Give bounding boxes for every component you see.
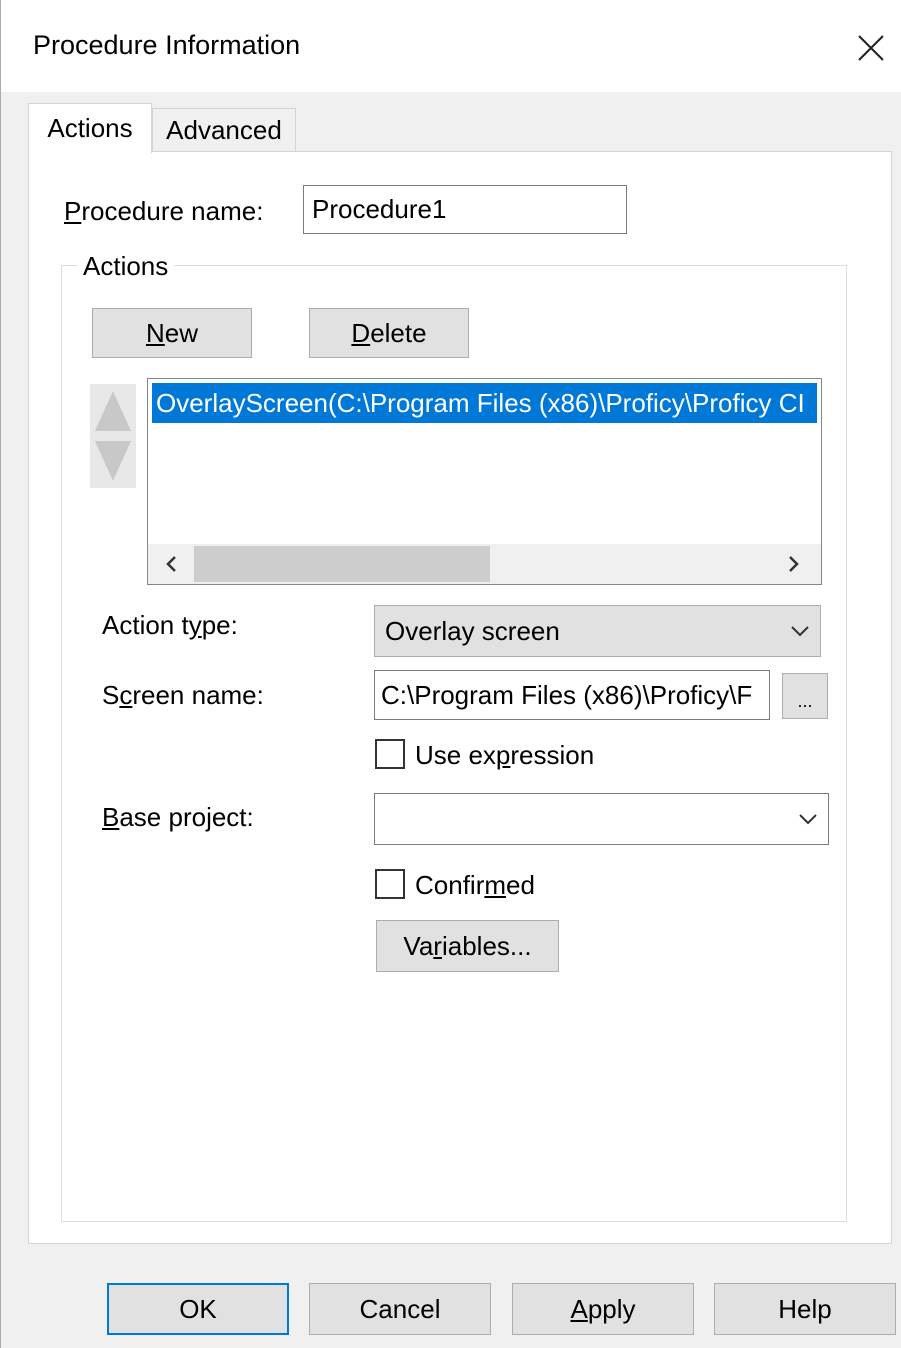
delete-button[interactable]: Delete [309, 308, 469, 358]
help-button-label: Help [778, 1293, 832, 1324]
scrollbar-thumb[interactable] [194, 546, 490, 582]
procedure-name-value: Procedure1 [312, 194, 447, 224]
delete-button-label: Delete [351, 317, 427, 348]
help-button[interactable]: Help [714, 1283, 896, 1335]
tab-advanced-label: Advanced [166, 115, 282, 145]
variables-button-label: Variables... [403, 930, 532, 961]
move-up-button[interactable] [90, 384, 136, 436]
screen-name-value: C:\Program Files (x86)\Proficy\F [381, 679, 753, 710]
ok-button-label: OK [179, 1293, 217, 1324]
apply-button-label: Apply [570, 1293, 636, 1324]
variables-button[interactable]: Variables... [376, 920, 559, 972]
action-type-dropdown[interactable]: Overlay screen [374, 605, 821, 657]
chevron-down-icon [799, 814, 817, 825]
screen-name-input[interactable]: C:\Program Files (x86)\Proficy\F [374, 670, 770, 720]
browse-button-label: ... [797, 691, 813, 711]
procedure-name-input[interactable]: Procedure1 [303, 185, 627, 234]
list-item[interactable]: OverlayScreen(C:\Program Files (x86)\Pro… [152, 383, 817, 423]
apply-button[interactable]: Apply [512, 1283, 694, 1335]
use-expression-checkbox[interactable] [375, 739, 405, 769]
chevron-right-icon [789, 556, 799, 572]
screen-name-label: Screen name: [102, 680, 264, 710]
actions-group-caption: Actions [77, 251, 175, 282]
tab-actions[interactable]: Actions [28, 103, 152, 153]
base-project-label: Base project: [102, 802, 254, 832]
scroll-left-button[interactable] [152, 544, 192, 584]
close-icon [858, 35, 884, 61]
action-type-label: Action type: [102, 610, 238, 640]
scroll-right-button[interactable] [773, 544, 813, 584]
triangle-down-icon [95, 441, 131, 481]
ok-button[interactable]: OK [107, 1283, 289, 1335]
procedure-information-dialog: Procedure Information Actions Advanced P… [0, 0, 901, 1348]
chevron-down-icon [791, 626, 809, 637]
new-button[interactable]: New [92, 308, 252, 358]
use-expression-label[interactable]: Use expression [415, 740, 594, 771]
base-project-dropdown[interactable] [374, 793, 829, 845]
procedure-name-label: Procedure name: [64, 196, 264, 226]
action-type-value: Overlay screen [385, 615, 560, 646]
cancel-button-label: Cancel [359, 1293, 441, 1324]
new-button-label: New [145, 317, 199, 348]
confirmed-label[interactable]: Confirmed [415, 870, 535, 901]
triangle-up-icon [95, 391, 131, 431]
tab-actions-label: Actions [47, 113, 133, 143]
actions-listbox[interactable]: OverlayScreen(C:\Program Files (x86)\Pro… [147, 378, 822, 585]
title-bar: Procedure Information [1, 0, 901, 92]
tab-advanced[interactable]: Advanced [152, 108, 296, 152]
chevron-left-icon [166, 556, 176, 572]
cancel-button[interactable]: Cancel [309, 1283, 491, 1335]
horizontal-scrollbar[interactable] [148, 544, 821, 584]
confirmed-checkbox[interactable] [375, 869, 405, 899]
move-down-button[interactable] [90, 436, 136, 488]
browse-button[interactable]: ... [782, 673, 828, 719]
close-button[interactable] [847, 24, 895, 72]
dialog-title: Procedure Information [33, 30, 301, 60]
